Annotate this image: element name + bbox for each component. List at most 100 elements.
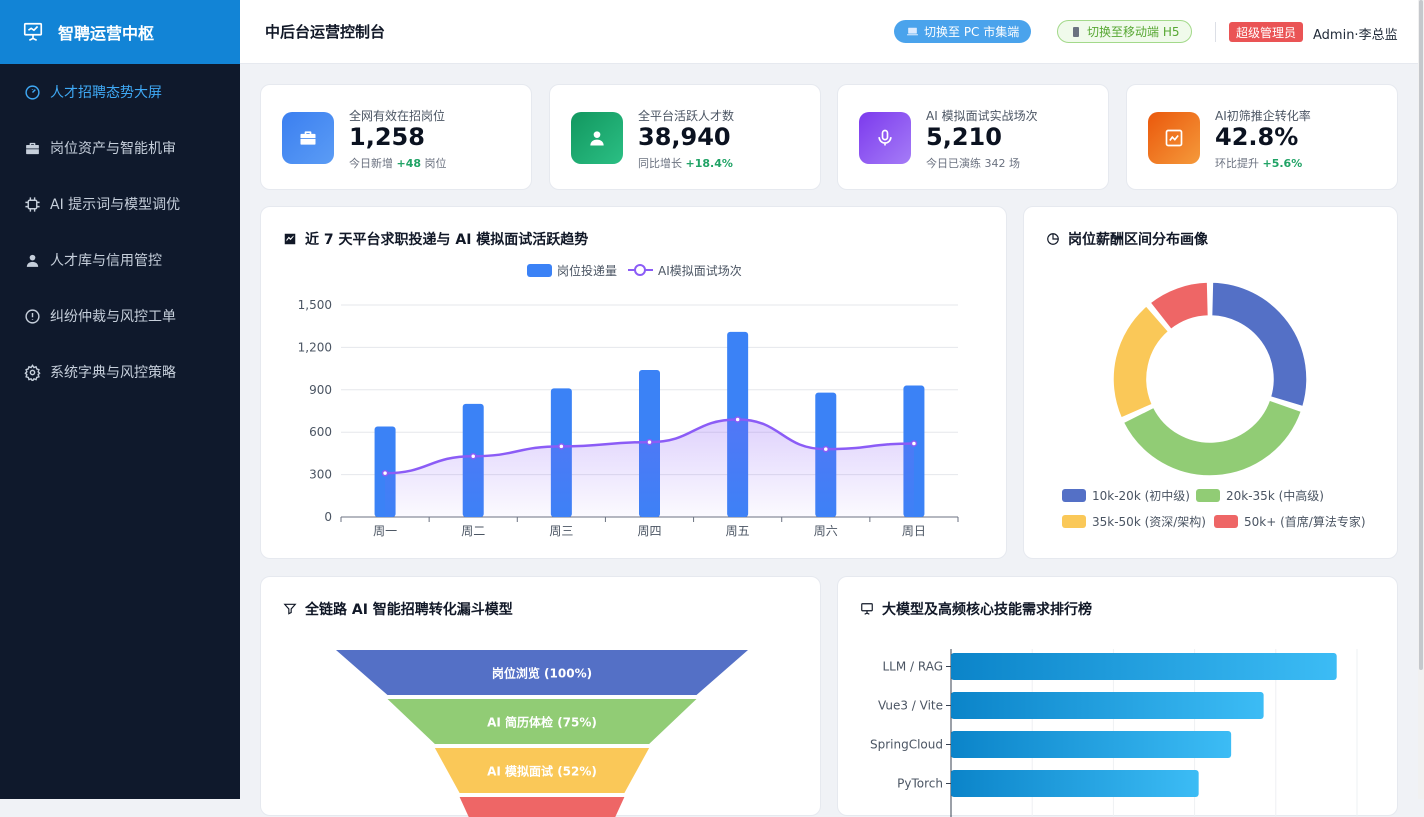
kpi-value: 5,210 (926, 123, 1002, 151)
brand-bar[interactable]: 智聘运营中枢 (0, 0, 240, 64)
skills-ranking-chart: LLM / RAG Vue3 / Vite SpringCloud PyTorch (870, 649, 1358, 817)
legend-swatch (1214, 515, 1238, 528)
skills-chart-title: 大模型及高频核心技能需求排行榜 (860, 599, 1092, 619)
y-tick-label: Vue3 / Vite (878, 699, 943, 713)
x-tick-label: 周日 (902, 524, 926, 538)
dashboard-icon (25, 84, 40, 100)
legend-swatch-bars (527, 264, 552, 277)
line-chart-icon (284, 233, 296, 245)
kpi-value: 42.8% (1215, 123, 1299, 151)
y-tick-label: PyTorch (897, 777, 943, 791)
skill-bar (951, 770, 1199, 797)
sidebar-item-talent[interactable]: 人才库与信用管控 (0, 232, 240, 288)
switch-pc-button[interactable]: 切换至 PC 市集端 (894, 20, 1032, 43)
funnel-chart-card: 全链路 AI 智能招聘转化漏斗模型 岗位浏览 (100%) AI 简历体检 (75… (260, 576, 821, 817)
line-point (910, 440, 918, 447)
filter-icon (283, 603, 297, 615)
trend-icon (1165, 129, 1183, 147)
laptop-icon (907, 27, 918, 36)
switch-pc-label: 切换至 PC 市集端 (924, 25, 1020, 39)
trend-chart: 0 300 600 900 1,200 1,500 周一 周二 周三 周四 周五 周六 周日 岗位投递量 A… (298, 263, 959, 538)
x-tick-label: 周四 (637, 524, 661, 538)
legend-swatch-dot (634, 264, 646, 276)
legend-label: AI模拟面试场次 (658, 263, 742, 278)
kpi-icon-box (282, 112, 334, 164)
skill-bar (951, 653, 1337, 680)
funnel-stage-label: AI 模拟面试 (52%) (487, 764, 597, 779)
sidebar-item-label: AI 提示词与模型调优 (50, 197, 181, 213)
sidebar-item-ai-prompt[interactable]: AI 提示词与模型调优 (0, 176, 240, 232)
kpi-label: 全网有效在招岗位 (349, 109, 446, 123)
microphone-icon (878, 129, 892, 146)
presentation-board-icon (861, 603, 873, 615)
conversion-funnel-chart: 岗位浏览 (100%) AI 简历体检 (75%) AI 模拟面试 (52%) (336, 650, 748, 817)
x-tick-label: 周六 (814, 524, 838, 538)
x-tick-label: 周五 (726, 524, 750, 538)
sidebar-item-label: 岗位资产与智能机审 (50, 141, 176, 157)
skills-chart-card: 大模型及高频核心技能需求排行榜 LLM / RAG Vue3 / Vite Spri… (837, 576, 1398, 817)
briefcase-icon (300, 131, 316, 145)
kpi-card-jobs: 全网有效在招岗位 1,258 今日新增 +48 岗位 (260, 84, 532, 190)
chip-icon (25, 196, 40, 212)
kpi-label: AI初筛推企转化率 (1215, 109, 1311, 123)
kpi-value: 38,940 (638, 123, 731, 151)
funnel-stage-label: 岗位浏览 (100%) (492, 666, 592, 681)
kpi-icon-box (1148, 112, 1200, 164)
pie-chart-icon (1047, 233, 1059, 245)
y-tick-label: 600 (309, 425, 332, 439)
page-scrollbar-thumb[interactable] (1419, 0, 1423, 670)
line-point (558, 443, 565, 450)
sidebar-item-settings[interactable]: 系统字典与风控策略 (0, 344, 240, 400)
gear-icon (24, 363, 41, 381)
kpi-subtext: 今日已演练 342 场 (926, 157, 1020, 170)
donut-slice (1122, 399, 1303, 477)
salary-chart-card: 岗位薪酬区间分布画像 10k-20k (初中级) 20k-35k (中高级) 35k… (1023, 206, 1398, 559)
mobile-icon (1073, 26, 1079, 37)
skill-bar (951, 731, 1232, 758)
warning-icon (25, 308, 40, 324)
kpi-label: 全平台活跃人才数 (638, 109, 735, 123)
x-tick-label: 周二 (461, 524, 485, 538)
switch-h5-label: 切换至移动端 H5 (1087, 25, 1180, 39)
page-title: 中后台运营控制台 (265, 23, 386, 41)
kpi-subtext: 同比增长 +18.4% (638, 157, 733, 170)
sidebar-item-label: 人才库与信用管控 (50, 253, 162, 269)
salary-donut-chart: 10k-20k (初中级) 20k-35k (中高级) 35k-50k (资深/架构… (1062, 281, 1366, 529)
legend-label: 35k-50k (资深/架构) (1092, 514, 1206, 529)
line-point (469, 452, 477, 460)
kpi-card-talent: 全平台活跃人才数 38,940 同比增长 +18.4% (549, 84, 821, 190)
line-point (822, 445, 830, 453)
x-tick-label: 周一 (373, 524, 397, 538)
user-name[interactable]: Admin·李总监 (1313, 24, 1398, 43)
trend-chart-title: 近 7 天平台求职投递与 AI 模拟面试活跃趋势 (283, 229, 588, 249)
sidebar-item-disputes[interactable]: 纠纷仲裁与风控工单 (0, 288, 240, 344)
line-point (646, 438, 653, 446)
sidebar-item-label: 人才招聘态势大屏 (50, 85, 162, 101)
sidebar-item-label: 系统字典与风控策略 (50, 365, 176, 381)
user-icon (590, 131, 604, 146)
kpi-card-conversion: AI初筛推企转化率 42.8% 环比提升 +5.6% (1126, 84, 1398, 190)
kpi-icon-box (571, 112, 623, 164)
sidebar: 智聘运营中枢 人才招聘态势大屏 岗位资产与智能机审 AI 提示词与模型调优 人才… (0, 0, 240, 799)
brand-title: 智聘运营中枢 (58, 24, 155, 43)
y-tick-label: 900 (309, 383, 332, 397)
x-tick-label: 周三 (549, 524, 573, 538)
line-point (381, 469, 389, 477)
switch-h5-button[interactable]: 切换至移动端 H5 (1057, 20, 1193, 43)
kpi-icon-box (859, 112, 911, 164)
y-tick-label: 1,500 (298, 298, 332, 312)
kpi-label: AI 模拟面试实战场次 (926, 109, 1038, 123)
sidebar-item-jobs[interactable]: 岗位资产与智能机审 (0, 120, 240, 176)
legend-label: 20k-35k (中高级) (1226, 488, 1324, 503)
kpi-subtext: 今日新增 +48 岗位 (349, 157, 447, 170)
funnel-stage (459, 797, 625, 817)
sidebar-item-dashboard[interactable]: 人才招聘态势大屏 (0, 64, 240, 120)
legend-swatch (1196, 489, 1220, 502)
legend-label: 岗位投递量 (557, 263, 617, 278)
kpi-subtext: 环比提升 +5.6% (1215, 157, 1303, 170)
legend-label: 10k-20k (初中级) (1092, 488, 1190, 503)
kpi-value: 1,258 (349, 123, 425, 151)
y-tick-label: 0 (324, 510, 332, 524)
legend-swatch (1062, 489, 1086, 502)
presentation-board-icon (23, 22, 43, 41)
